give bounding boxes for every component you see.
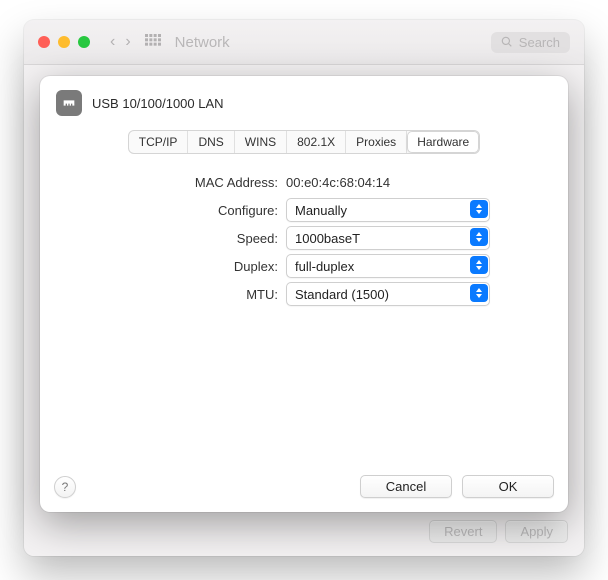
titlebar: ‹ › Network Search xyxy=(24,20,584,65)
zoom-window-button[interactable] xyxy=(78,36,90,48)
ok-button[interactable]: OK xyxy=(462,475,554,498)
network-advanced-sheet: USB 10/100/1000 LAN TCP/IP DNS WINS 802.… xyxy=(40,76,568,512)
window-title: Network xyxy=(175,34,230,51)
tab-hardware[interactable]: Hardware xyxy=(407,131,479,153)
mac-address-label: MAC Address: xyxy=(40,175,286,190)
tab-proxies[interactable]: Proxies xyxy=(346,131,407,153)
apply-button: Apply xyxy=(505,520,568,543)
search-field[interactable]: Search xyxy=(491,32,570,53)
ethernet-icon xyxy=(56,90,82,116)
revert-button: Revert xyxy=(429,520,497,543)
back-button[interactable]: ‹ xyxy=(110,33,115,51)
speed-value: 1000baseT xyxy=(295,231,360,246)
tab-wins[interactable]: WINS xyxy=(235,131,287,153)
duplex-value: full-duplex xyxy=(295,259,354,274)
configure-value: Manually xyxy=(295,203,347,218)
forward-button[interactable]: › xyxy=(125,33,130,51)
configure-select[interactable]: Manually xyxy=(286,198,490,222)
tab-8021x[interactable]: 802.1X xyxy=(287,131,346,153)
configure-label: Configure: xyxy=(40,203,286,218)
minimize-window-button[interactable] xyxy=(58,36,70,48)
chevron-updown-icon xyxy=(470,256,488,274)
hardware-form: MAC Address: 00:e0:4c:68:04:14 Configure… xyxy=(40,162,568,308)
search-placeholder: Search xyxy=(519,35,560,50)
chevron-updown-icon xyxy=(470,200,488,218)
nav-arrows: ‹ › xyxy=(110,33,131,51)
show-all-icon[interactable] xyxy=(145,34,161,50)
speed-select[interactable]: 1000baseT xyxy=(286,226,490,250)
interface-name: USB 10/100/1000 LAN xyxy=(92,96,224,111)
close-window-button[interactable] xyxy=(38,36,50,48)
window-controls xyxy=(38,36,90,48)
help-button[interactable]: ? xyxy=(54,476,76,498)
duplex-label: Duplex: xyxy=(40,259,286,274)
chevron-updown-icon xyxy=(470,284,488,302)
search-icon xyxy=(501,36,513,48)
mac-address-value: 00:e0:4c:68:04:14 xyxy=(286,175,390,190)
tab-tcpip[interactable]: TCP/IP xyxy=(129,131,189,153)
mtu-value: Standard (1500) xyxy=(295,287,389,302)
cancel-button[interactable]: Cancel xyxy=(360,475,452,498)
duplex-select[interactable]: full-duplex xyxy=(286,254,490,278)
tab-dns[interactable]: DNS xyxy=(188,131,234,153)
mtu-label: MTU: xyxy=(40,287,286,302)
mtu-select[interactable]: Standard (1500) xyxy=(286,282,490,306)
tab-bar: TCP/IP DNS WINS 802.1X Proxies Hardware xyxy=(128,130,480,154)
chevron-updown-icon xyxy=(470,228,488,246)
speed-label: Speed: xyxy=(40,231,286,246)
